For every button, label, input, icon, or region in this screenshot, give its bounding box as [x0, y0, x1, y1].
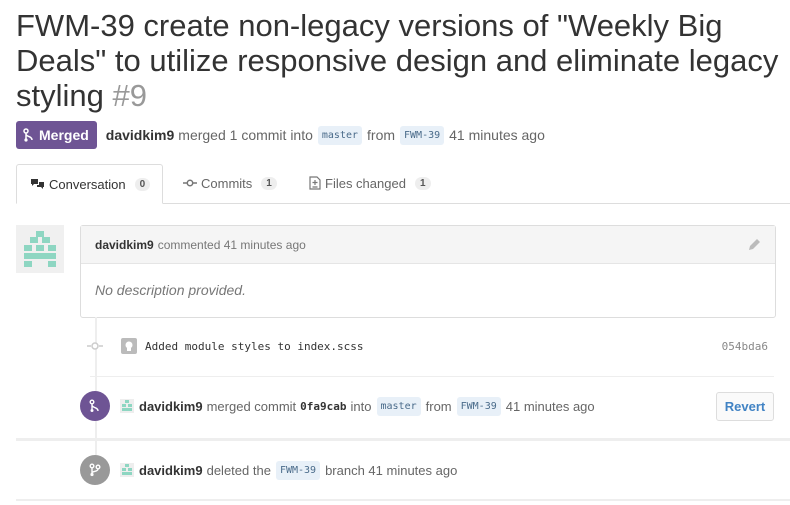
- pr-number: #9: [112, 78, 147, 113]
- github-avatar-icon: [121, 338, 137, 354]
- comment-action: commented 41 minutes ago: [157, 237, 306, 252]
- merge-icon: [80, 391, 110, 421]
- status-label: Merged: [39, 127, 89, 143]
- event-author[interactable]: davidkim9: [139, 463, 203, 478]
- merge-text: merged 1 commit into: [178, 127, 313, 143]
- merge-event: davidkim9 merged commit 0fa9cab into mas…: [80, 391, 595, 421]
- event-action: deleted the: [206, 462, 271, 478]
- status-badge: Merged: [16, 121, 97, 149]
- comment-discussion-icon: [31, 178, 44, 189]
- comment-header: davidkim9 commented 41 minutes ago: [81, 226, 775, 264]
- branch-icon: [80, 455, 110, 485]
- divider: [16, 438, 790, 441]
- file-diff-icon: [309, 176, 321, 190]
- divider: [90, 376, 774, 377]
- base-branch: master: [317, 125, 363, 145]
- head-branch: FWM-39: [456, 396, 501, 416]
- commit-icon: [183, 179, 197, 187]
- event-time: 41 minutes ago: [505, 398, 595, 414]
- commit-sha[interactable]: 054bda6: [722, 340, 768, 353]
- base-branch: master: [376, 396, 421, 416]
- merge-sha[interactable]: 0fa9cab: [300, 400, 346, 413]
- tab-label: Conversation: [49, 176, 126, 192]
- delete-event: davidkim9 deleted the FWM-39 branch 41 m…: [80, 455, 457, 485]
- pr-tabs: Conversation 0 Commits 1 Files changed 1: [16, 164, 790, 204]
- avatar[interactable]: [120, 399, 134, 413]
- from-text: from: [367, 127, 396, 143]
- divider: [16, 499, 790, 501]
- event-author[interactable]: davidkim9: [139, 399, 203, 414]
- commit-row: Added module styles to index.scss 054bda…: [86, 334, 776, 358]
- pr-meta: Merged davidkim9 merged 1 commit into ma…: [16, 121, 545, 149]
- avatar[interactable]: [120, 463, 134, 477]
- event-action: merged commit: [206, 398, 297, 414]
- tab-conversation[interactable]: Conversation 0: [16, 164, 164, 204]
- tab-label: Commits: [201, 175, 253, 191]
- commit-icon: [87, 342, 103, 350]
- tab-label: Files changed: [325, 175, 406, 191]
- commit-message[interactable]: Added module styles to index.scss: [145, 340, 364, 353]
- deleted-branch: FWM-39: [275, 460, 321, 480]
- event-suffix: branch 41 minutes ago: [325, 462, 458, 478]
- comment-author[interactable]: davidkim9: [95, 238, 154, 252]
- pr-author[interactable]: davidkim9: [106, 127, 174, 143]
- pencil-icon[interactable]: [747, 238, 761, 252]
- into-text: into: [350, 398, 372, 414]
- revert-button[interactable]: Revert: [716, 392, 774, 421]
- tab-count: 1: [261, 176, 277, 190]
- merge-time: 41 minutes ago: [449, 127, 545, 143]
- tab-count: 0: [134, 177, 151, 191]
- identicon: [24, 231, 56, 267]
- avatar[interactable]: [16, 225, 64, 273]
- comment-box: davidkim9 commented 41 minutes ago No de…: [80, 225, 776, 318]
- head-branch: FWM-39: [400, 125, 445, 145]
- merge-icon: [23, 128, 33, 142]
- tab-files-changed[interactable]: Files changed 1: [309, 164, 431, 202]
- tab-count: 1: [414, 176, 431, 190]
- comment-body: No description provided.: [95, 282, 246, 298]
- from-text: from: [425, 398, 452, 414]
- tab-commits[interactable]: Commits 1: [183, 164, 277, 202]
- page-title: FWM-39 create non-legacy versions of "We…: [16, 8, 786, 113]
